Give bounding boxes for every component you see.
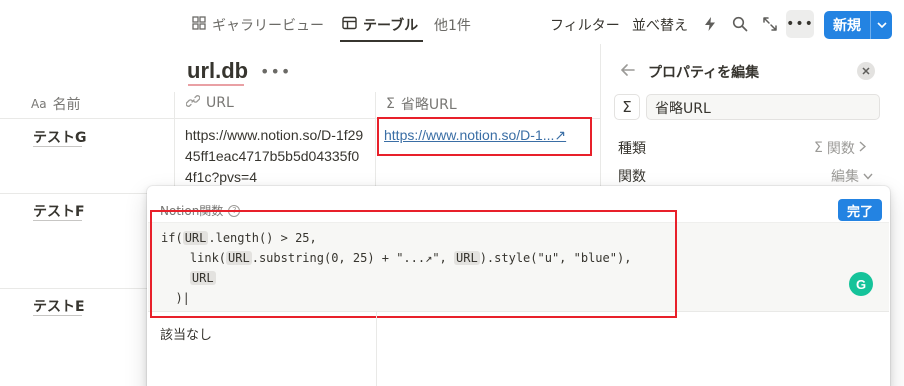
- tab-table-label: テーブル: [363, 18, 419, 34]
- tab-more-label: 他1件: [434, 18, 471, 34]
- row-name-underline: [33, 146, 82, 147]
- panel-title: プロパティを編集: [648, 65, 760, 81]
- page-title[interactable]: url.db: [187, 58, 248, 84]
- url-cell[interactable]: https://www.notion.so/D-1f2945ff1eac4717…: [185, 125, 365, 188]
- highlight-box-formula: [150, 210, 677, 318]
- column-header-label: 名前: [52, 97, 81, 113]
- property-name-input[interactable]: 省略URL: [646, 94, 880, 120]
- column-header-name[interactable]: Aa 名前: [31, 94, 81, 114]
- tab-more-views[interactable]: 他1件: [434, 14, 471, 36]
- back-arrow-icon[interactable]: [620, 62, 636, 78]
- table-icon: [342, 16, 357, 34]
- done-button[interactable]: 完了: [838, 199, 882, 221]
- tab-gallery-label: ギャラリービュー: [212, 18, 324, 34]
- sigma-icon: Σ: [622, 98, 632, 116]
- new-button-label: 新規: [833, 18, 861, 34]
- close-icon[interactable]: [857, 62, 875, 80]
- chevron-right-icon: [859, 140, 866, 156]
- property-type-icon-button[interactable]: Σ: [614, 94, 640, 120]
- active-tab-indicator: [340, 40, 423, 42]
- grammarly-icon[interactable]: G: [849, 272, 873, 296]
- ellipsis-icon: •••: [786, 16, 814, 32]
- sort-button[interactable]: 並べ替え: [632, 15, 688, 35]
- row-divider: [0, 288, 148, 289]
- type-value: 関数: [826, 141, 855, 157]
- column-header-url[interactable]: URL: [185, 94, 234, 112]
- type-label: 種類: [618, 141, 646, 157]
- column-header-short-url[interactable]: Σ 省略URL: [386, 94, 457, 114]
- type-selector[interactable]: Σ 関数: [814, 138, 866, 158]
- row-name-underline: [33, 315, 82, 316]
- column-header-label: 省略URL: [400, 97, 457, 113]
- sigma-icon: Σ: [386, 96, 395, 112]
- function-value: 編集: [831, 169, 859, 185]
- search-icon[interactable]: [731, 15, 749, 33]
- title-options-icon[interactable]: •••: [260, 62, 291, 81]
- spellcheck-underline: [188, 84, 244, 86]
- function-edit-selector[interactable]: 編集: [831, 166, 873, 186]
- row-name-underline: [33, 220, 82, 221]
- automation-bolt-icon[interactable]: [702, 14, 718, 34]
- column-divider: [376, 312, 377, 386]
- text-type-icon: Aa: [31, 97, 47, 111]
- chevron-down-icon[interactable]: [871, 22, 892, 28]
- chevron-down-icon: [863, 168, 873, 184]
- row-name-cell[interactable]: テストG: [33, 127, 87, 147]
- sigma-icon: Σ: [814, 140, 823, 156]
- expand-arrows-icon[interactable]: [761, 15, 779, 33]
- link-icon: [185, 94, 201, 112]
- tab-gallery-view[interactable]: ギャラリービュー: [192, 14, 324, 36]
- column-header-label: URL: [206, 95, 234, 111]
- function-label: 関数: [618, 169, 646, 185]
- filter-button[interactable]: フィルター: [550, 15, 620, 35]
- more-options-button[interactable]: •••: [786, 10, 814, 38]
- column-divider: [375, 92, 376, 192]
- highlight-box-short-url: [377, 117, 592, 156]
- formula-result: 該当なし: [160, 328, 213, 343]
- row-name-cell[interactable]: テストE: [33, 296, 85, 316]
- new-button[interactable]: 新規: [824, 11, 892, 39]
- row-name-cell[interactable]: テストF: [33, 201, 85, 221]
- gallery-icon: [192, 16, 206, 34]
- tab-table[interactable]: テーブル: [342, 14, 418, 36]
